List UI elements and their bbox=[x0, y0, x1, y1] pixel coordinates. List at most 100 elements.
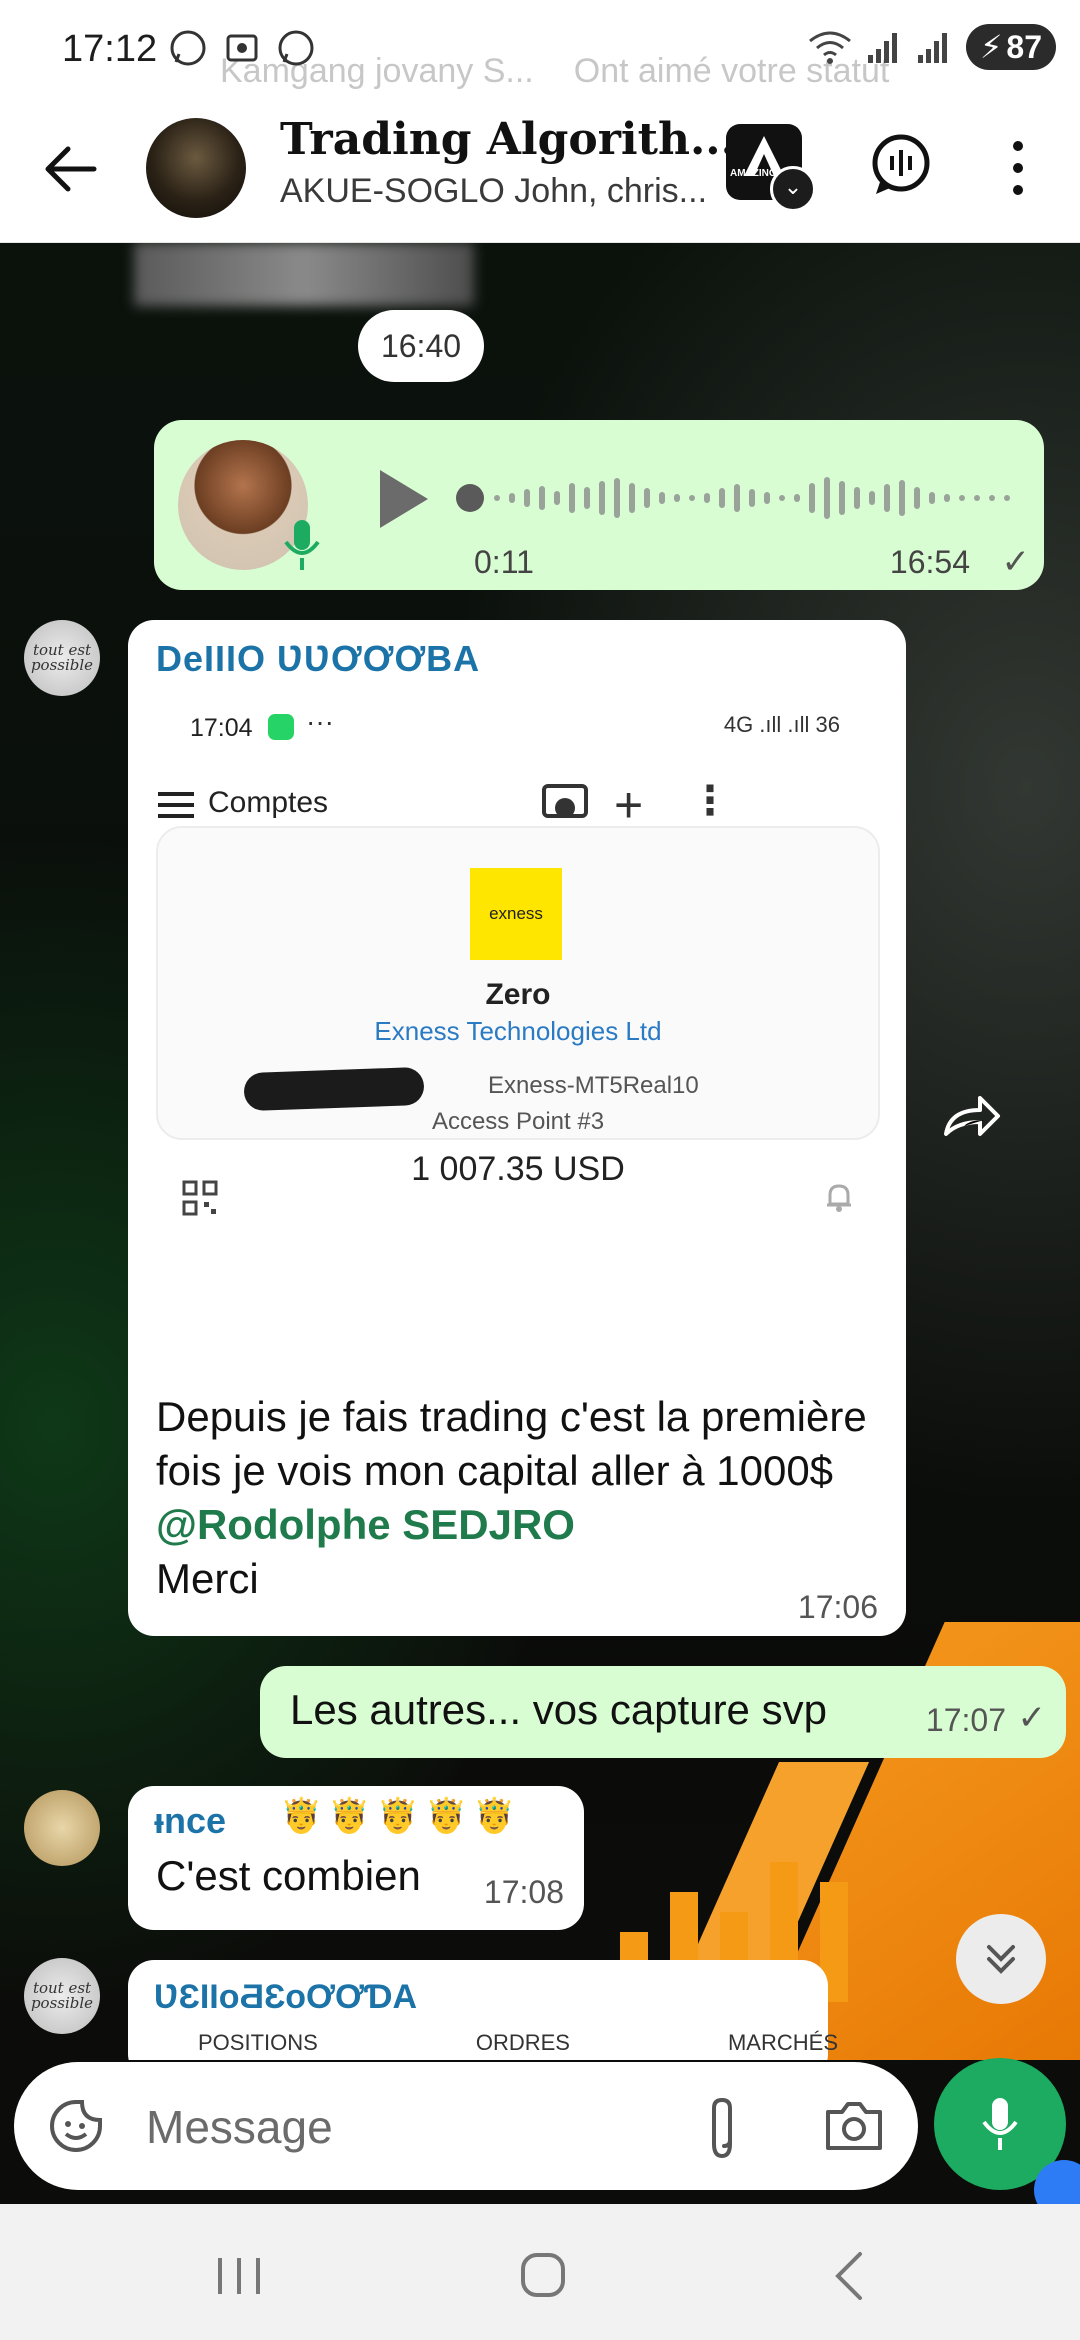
waveform-bar bbox=[929, 492, 935, 504]
scroll-to-bottom-button[interactable] bbox=[956, 1914, 1046, 2004]
more-dots-icon: ··· bbox=[306, 706, 334, 737]
waveform-bar bbox=[794, 494, 800, 502]
hamburger-menu-icon bbox=[158, 792, 194, 818]
waveform-bar bbox=[674, 494, 680, 502]
home-icon[interactable] bbox=[520, 2252, 566, 2298]
waveform-bar bbox=[839, 481, 845, 515]
play-icon[interactable] bbox=[372, 464, 432, 534]
double-chevron-down-icon bbox=[987, 1945, 1015, 1974]
status-app-icons bbox=[168, 28, 316, 68]
waveform-bar bbox=[809, 483, 815, 513]
account-balance: 1 007.35 USD bbox=[411, 1150, 625, 1188]
tab-orders: ORDRES bbox=[475, 2030, 570, 2055]
nav-back-icon[interactable] bbox=[828, 2248, 868, 2304]
waveform-bar bbox=[689, 495, 695, 501]
status-right: ⚡ 87 bbox=[808, 24, 1056, 70]
amazing-label: AMAZING bbox=[730, 168, 777, 179]
charging-icon: ⚡ bbox=[979, 29, 1003, 65]
message-time: 16:54 bbox=[889, 544, 970, 580]
amazing-app-icon[interactable]: AMAZING ⌄ bbox=[726, 124, 816, 212]
redacted-account-number bbox=[243, 1066, 425, 1112]
caption-tail: Merci bbox=[156, 1555, 259, 1602]
waveform-bar bbox=[764, 492, 770, 504]
crown-emoji: 🤴🤴🤴🤴🤴 bbox=[280, 1797, 522, 1835]
waveform-bar bbox=[899, 480, 905, 516]
forward-icon[interactable] bbox=[940, 1090, 1004, 1142]
qr-code-icon bbox=[182, 1180, 218, 1216]
voice-message-bubble[interactable]: 0:11 16:54 ✓ bbox=[154, 420, 1044, 590]
battery-indicator: ⚡ 87 bbox=[965, 24, 1056, 70]
camera-icon[interactable] bbox=[824, 2098, 884, 2154]
account-card: exness Zero Exness Technologies Ltd Exne… bbox=[156, 826, 880, 1216]
waveform-bar bbox=[524, 489, 530, 507]
group-title[interactable]: Trading Algorith... bbox=[280, 114, 736, 165]
screenshot-icon bbox=[222, 28, 262, 68]
message-time: 17:08 bbox=[483, 1874, 564, 1910]
recent-apps-icon[interactable] bbox=[214, 2254, 264, 2298]
whatsapp-icon bbox=[168, 28, 208, 68]
waveform-bar bbox=[779, 495, 785, 501]
account-name: Zero bbox=[485, 978, 551, 1011]
blurred-image-preview[interactable] bbox=[134, 242, 474, 306]
certificate-icon bbox=[542, 784, 588, 818]
waveform-bar bbox=[599, 481, 605, 515]
screenshot-tabs: POSITIONS ORDRES MARCHÉS bbox=[198, 2030, 838, 2056]
waveform-bar bbox=[974, 495, 980, 501]
message-text: C'est combien bbox=[156, 1852, 421, 1899]
sender-name[interactable]: ƲƐƖƖᴏƋƐᴏƠƠƊA bbox=[154, 1978, 417, 2017]
waveform-bar bbox=[854, 487, 860, 509]
check-icon: ✓ bbox=[1001, 543, 1031, 581]
waveform-bar bbox=[824, 477, 830, 519]
voice-chat-icon[interactable] bbox=[866, 130, 936, 200]
waveform-bar bbox=[659, 492, 665, 504]
sender-name[interactable]: ᵻnce bbox=[154, 1800, 226, 1842]
time-chip: 16:40 bbox=[358, 310, 484, 382]
status-time: 17:12 bbox=[62, 28, 158, 70]
microphone-icon bbox=[982, 2098, 1018, 2150]
sender-name[interactable]: DeIIIO ƲƲƠƠƠBA bbox=[156, 638, 480, 680]
message-time: 17:07 bbox=[925, 1702, 1006, 1738]
mention-link[interactable]: @Rodolphe SEDJRO bbox=[156, 1501, 575, 1548]
exness-logo: exness bbox=[470, 868, 562, 960]
incoming-message-bubble[interactable]: ᵻnce 🤴🤴🤴🤴🤴 C'est combien 17:08 bbox=[128, 1786, 584, 1930]
waveform-bar bbox=[944, 494, 950, 502]
waveform-bar bbox=[989, 495, 995, 501]
waveform-bar bbox=[614, 478, 620, 518]
sender-avatar[interactable] bbox=[24, 1790, 100, 1866]
bell-icon bbox=[827, 1184, 851, 1212]
signal-icon bbox=[917, 33, 947, 63]
waveform-bar bbox=[569, 483, 575, 513]
waveform-bar bbox=[959, 495, 965, 501]
message-text: Les autres... vos capture svp bbox=[290, 1686, 827, 1733]
waveform-bar bbox=[869, 491, 875, 505]
sender-avatar[interactable]: tout est possible bbox=[24, 620, 100, 696]
signal-icon bbox=[867, 33, 897, 63]
waveform-bar bbox=[509, 493, 515, 503]
message-composer[interactable] bbox=[14, 2062, 918, 2190]
chevron-down-icon[interactable]: ⌄ bbox=[770, 166, 816, 212]
outgoing-message-bubble[interactable]: Les autres... vos capture svp 17:07 ✓ bbox=[260, 1666, 1066, 1758]
shared-screenshot[interactable]: 17:04 ··· 4G .ıll .ıll 36 Comptes + ⋮ ex… bbox=[138, 694, 896, 1216]
message-time: 17:06 bbox=[797, 1589, 878, 1625]
waveform-bar bbox=[719, 488, 725, 508]
group-members[interactable]: AKUE-SOGLO John, chris... bbox=[280, 172, 707, 211]
waveform-bar bbox=[884, 484, 890, 512]
broker-name: Exness Technologies Ltd bbox=[374, 1016, 662, 1046]
waveform-bar bbox=[644, 488, 650, 508]
back-arrow-icon[interactable] bbox=[36, 134, 106, 204]
chat-header[interactable]: Trading Algorith... AKUE-SOGLO John, chr… bbox=[0, 96, 1080, 243]
status-bar: Kamgang jovany S... Ont aimé votre statu… bbox=[0, 0, 1080, 96]
group-avatar[interactable] bbox=[146, 118, 246, 218]
waveform-bar bbox=[554, 491, 560, 505]
more-options-icon[interactable] bbox=[1000, 136, 1036, 200]
sticker-icon[interactable] bbox=[46, 2096, 106, 2156]
kebab-icon: ⋮ bbox=[690, 779, 730, 823]
waveform-bar bbox=[704, 493, 710, 503]
waveform-bar bbox=[734, 484, 740, 512]
sender-avatar[interactable]: tout est possible bbox=[24, 1958, 100, 2034]
message-input[interactable] bbox=[144, 2092, 648, 2162]
audio-waveform[interactable] bbox=[454, 466, 1014, 530]
image-message-bubble[interactable]: DeIIIO ƲƲƠƠƠBA 17:04 ··· 4G .ıll .ıll 36… bbox=[128, 620, 906, 1636]
paperclip-icon[interactable] bbox=[702, 2092, 742, 2162]
system-navigation-bar bbox=[0, 2204, 1080, 2340]
